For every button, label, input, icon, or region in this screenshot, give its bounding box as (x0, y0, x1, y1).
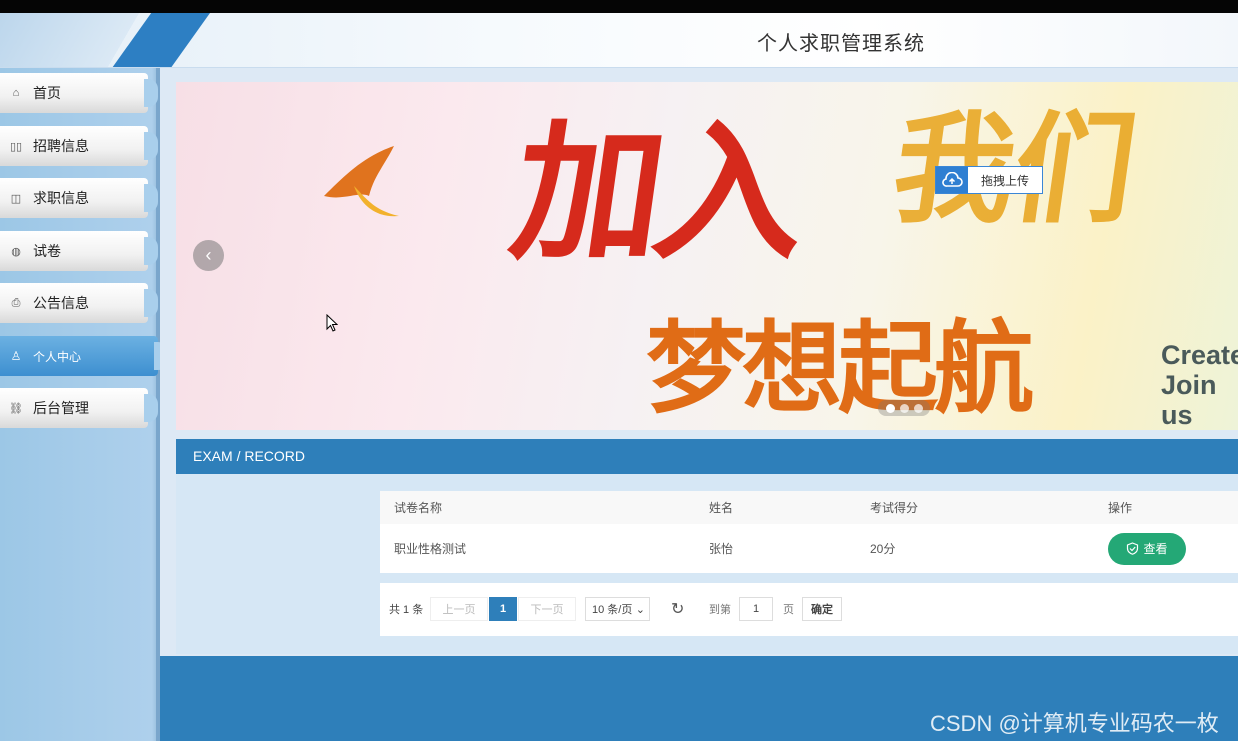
sidebar-item-tab (144, 132, 158, 160)
carousel-prev-button[interactable]: ‹ (193, 240, 224, 271)
table-header: 试卷名称 姓名 考试得分 操作 (380, 491, 1238, 524)
pagination-total: 共 1 条 (389, 604, 424, 616)
cell-paper: 职业性格测试 (394, 542, 467, 556)
home-icon: ⌂ (12, 87, 20, 99)
user-icon: ♙ (10, 349, 22, 363)
cell-name: 张怡 (709, 542, 734, 556)
view-button-label: 查看 (1143, 542, 1168, 556)
app-title: 个人求职管理系统 (757, 33, 925, 55)
sidebar-item-label: 求职信息 (33, 190, 89, 206)
sidebar-item-tab (144, 394, 158, 422)
sidebar-item-label: 后台管理 (33, 400, 89, 416)
carousel-dot-1[interactable] (885, 403, 895, 413)
sidebar-item-tab (144, 237, 158, 265)
banner-carousel[interactable]: 加入 我们 梦想起航 CreateJoin us ‹ (176, 82, 1238, 430)
sidebar-item-5[interactable]: ⎙ 公告信息 (0, 283, 158, 323)
globe-icon: ◍ (11, 245, 21, 258)
pagination: 共 1 条 上一页 1 下一页 10 条/页 ⌄ ↻ 到第 1 页 确定 (380, 583, 1238, 636)
sidebar-item-2[interactable]: ▯▯ 招聘信息 (0, 126, 158, 166)
cell-action: 查看 (1108, 524, 1186, 573)
sidebar-item-tab (144, 184, 158, 212)
sidebar-item-label: 公告信息 (33, 295, 89, 311)
sidebar-item-4[interactable]: ◍ 试卷 (0, 231, 158, 271)
view-button[interactable]: 查看 (1108, 532, 1186, 565)
sidebar-item-1[interactable]: ⌂ 首页 (0, 73, 158, 113)
refresh-icon[interactable]: ↻ (671, 597, 684, 621)
table-row: 职业性格测试 张怡 20分 查看 (380, 524, 1238, 573)
upload-label: 拖拽上传 (980, 173, 1029, 188)
goto-confirm-button[interactable]: 确定 (802, 597, 842, 621)
col-header-score: 考试得分 (870, 501, 919, 515)
col-header-action: 操作 (1108, 501, 1133, 515)
banner-headline-graphic-2: 我们 (884, 82, 1148, 246)
banner-english-graphic: Create Join us (1161, 340, 1238, 430)
carousel-dot-3[interactable] (913, 403, 923, 413)
page-suffix-label: 页 (783, 604, 794, 616)
app-header: 个人求职管理系统 (0, 13, 1238, 68)
sidebar-item-label: 个人中心 (33, 349, 82, 364)
prev-page-button[interactable]: 上一页 (430, 597, 488, 621)
print-icon: ⎙ (11, 296, 21, 309)
page-size-select[interactable]: 10 条/页 ⌄ (585, 597, 650, 621)
section-title: EXAM / RECORD (193, 448, 306, 464)
sidebar-item-label: 首页 (33, 85, 61, 101)
drag-upload-button[interactable]: 拖拽上传 (935, 166, 1043, 194)
top-black-bar (0, 0, 1238, 13)
goto-label: 到第 (709, 604, 731, 616)
page-number-current[interactable]: 1 (489, 597, 517, 621)
columns-icon: ▯▯ (9, 140, 23, 153)
col-header-paper: 试卷名称 (394, 501, 443, 515)
sidebar-item-tab (144, 79, 158, 107)
next-page-button[interactable]: 下一页 (518, 597, 576, 621)
section-header: EXAM / RECORD (176, 439, 1238, 474)
exam-record-table: 试卷名称 姓名 考试得分 操作 职业性格测试 张怡 20分 查看 (380, 491, 1238, 573)
carousel-indicators (878, 400, 930, 416)
goto-page-input[interactable]: 1 (739, 597, 773, 621)
cell-score: 20分 (870, 542, 896, 556)
sidebar-item-3[interactable]: ◫ 求职信息 (0, 178, 158, 218)
banner-headline-graphic: 加入 (501, 105, 811, 281)
col-header-name: 姓名 (709, 501, 734, 515)
banner-subline-graphic: 梦想起航 (646, 310, 1034, 427)
bird-graphic (324, 146, 399, 217)
sidebar-item-label: 招聘信息 (33, 138, 89, 154)
chevron-down-icon: ⌄ (635, 603, 645, 616)
cloud-upload-icon (936, 167, 968, 193)
sidebar-item-6[interactable]: ♙ 个人中心 (0, 336, 168, 376)
link-icon: ⛓ (9, 402, 23, 415)
sidebar-item-7[interactable]: ⛓ 后台管理 (0, 388, 158, 428)
page-size-value: 10 条/页 (592, 604, 633, 616)
gift-icon: ◫ (10, 192, 22, 205)
sidebar-item-label: 试卷 (33, 243, 61, 259)
sidebar-item-tab (144, 289, 158, 317)
watermark-text: CSDN @计算机专业码农一枚 (930, 711, 1219, 736)
shield-check-icon (1127, 542, 1139, 555)
mouse-cursor-icon (326, 314, 338, 332)
carousel-dot-2[interactable] (899, 403, 909, 413)
